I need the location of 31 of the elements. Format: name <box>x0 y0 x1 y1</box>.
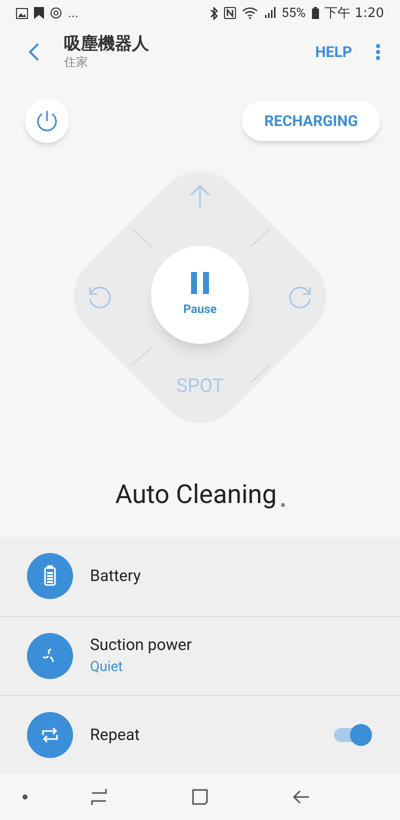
setting-value: Quiet <box>90 658 124 678</box>
repeat-icon <box>27 712 73 758</box>
more-options-button[interactable] <box>374 42 382 62</box>
recharging-button[interactable]: RECHARGING <box>242 101 380 142</box>
location-subtitle: 住家 <box>64 55 89 70</box>
more-notifications: ... <box>68 4 78 23</box>
device-title: 吸塵機器人 <box>64 34 149 56</box>
cleaning-status: Auto Cleaning <box>115 478 277 512</box>
bookmark-icon <box>34 7 44 20</box>
setting-label: Repeat <box>90 724 141 746</box>
progress-dot-icon <box>280 502 285 507</box>
wifi-icon <box>242 7 258 20</box>
battery-status-icon <box>312 7 319 20</box>
setting-label: Suction power <box>90 634 193 656</box>
power-icon <box>34 108 60 134</box>
help-button[interactable]: HELP <box>315 40 352 64</box>
dot-icon <box>22 794 28 800</box>
battery-icon <box>27 553 73 600</box>
fan-icon <box>27 632 73 679</box>
pause-icon <box>190 272 210 294</box>
signal-icon <box>264 7 276 20</box>
home-button[interactable] <box>190 786 210 807</box>
bluetooth-icon <box>210 6 218 20</box>
clock-time: 下午 1:20 <box>324 4 384 23</box>
nfc-icon <box>224 7 236 20</box>
power-button[interactable] <box>25 99 69 144</box>
setting-label: Battery <box>90 565 142 588</box>
timer-icon <box>50 7 62 20</box>
recent-apps-button[interactable] <box>89 786 109 807</box>
battery-percent: 55% <box>282 4 306 23</box>
image-icon <box>16 8 28 19</box>
